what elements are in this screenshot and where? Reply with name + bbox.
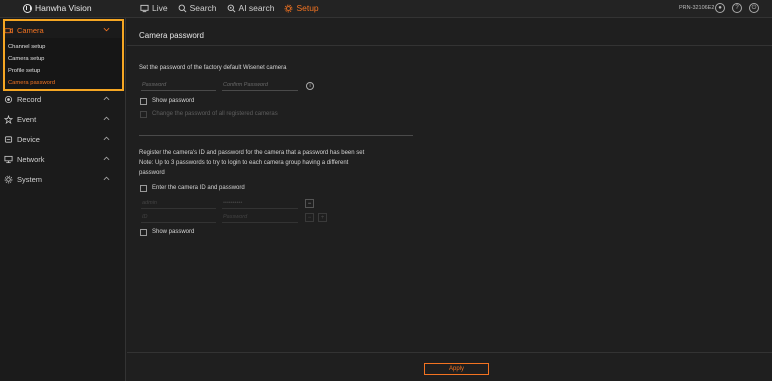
page-title: Camera password — [139, 31, 204, 40]
record-icon — [4, 95, 13, 103]
sidebar-item-event[interactable]: Event — [4, 112, 120, 126]
section2-line3: password — [139, 170, 165, 176]
change-all-label: Change the password of all registered ca… — [152, 111, 278, 117]
confirm-password-input[interactable]: Confirm Password — [222, 81, 298, 91]
camera-id-input-1[interactable]: admin — [141, 199, 216, 209]
user-icon[interactable]: ● — [715, 3, 725, 13]
sidebar: Camera Channel setup Camera setup Profil… — [0, 18, 126, 381]
password-input[interactable]: Password — [141, 81, 216, 91]
sidebar-item-device[interactable]: Device — [4, 132, 120, 146]
camera-id-input-2[interactable]: ID — [141, 213, 216, 223]
nav-search[interactable]: Search — [178, 3, 217, 13]
device-icon — [4, 135, 13, 143]
section1-heading: Set the password of the factory default … — [139, 65, 287, 71]
monitor-icon — [140, 4, 149, 12]
nav-setup[interactable]: Setup — [284, 3, 319, 13]
top-bar: Hanwha Vision Live Search AI search Setu… — [0, 0, 772, 18]
chevron-up-icon — [103, 136, 110, 141]
nav-ai-search[interactable]: AI search — [227, 3, 275, 13]
footer-divider — [127, 352, 772, 353]
enter-id-password-checkbox[interactable] — [140, 185, 147, 192]
chevron-up-icon — [103, 156, 110, 161]
hanwha-logo-icon — [23, 3, 32, 13]
main-nav: Live Search AI search Setup — [140, 3, 319, 13]
highlight-box — [3, 19, 124, 91]
chevron-up-icon — [103, 116, 110, 121]
brand-name: Hanwha Vision — [35, 3, 92, 13]
sidebar-item-label: Network — [17, 154, 45, 164]
camera-password-input-1[interactable]: •••••••••• — [222, 199, 298, 209]
enter-id-password-label: Enter the camera ID and password — [152, 185, 245, 191]
apply-button[interactable]: Apply — [424, 363, 489, 375]
title-divider — [127, 45, 772, 46]
top-icons: ● ? ⏻ — [715, 3, 759, 13]
show-password-label-2: Show password — [152, 229, 195, 235]
event-icon — [4, 114, 13, 124]
remove-row-button[interactable]: − — [305, 199, 314, 208]
help-icon[interactable]: ? — [732, 3, 742, 13]
network-icon — [4, 155, 13, 163]
sidebar-item-network[interactable]: Network — [4, 152, 120, 166]
section2-line1: Register the camera's ID and password fo… — [139, 150, 365, 156]
section2-line2: Note: Up to 3 passwords to try to login … — [139, 160, 349, 166]
sidebar-item-label: Device — [17, 134, 40, 144]
sidebar-item-label: Record — [17, 94, 42, 104]
section-divider — [139, 135, 413, 136]
nav-setup-label: Setup — [296, 3, 319, 13]
brand-logo: Hanwha Vision — [23, 3, 92, 13]
sidebar-item-label: Event — [17, 114, 37, 124]
search-icon — [178, 4, 187, 12]
show-password-checkbox[interactable] — [140, 98, 147, 105]
power-icon[interactable]: ⏻ — [749, 3, 759, 13]
show-password-checkbox-2[interactable] — [140, 229, 147, 236]
nav-search-label: Search — [189, 3, 217, 13]
change-all-checkbox[interactable] — [140, 111, 147, 118]
add-row-button[interactable]: + — [318, 213, 327, 222]
camera-password-input-2[interactable]: Password — [222, 213, 298, 223]
sidebar-item-record[interactable]: Record — [4, 92, 120, 106]
sidebar-item-system[interactable]: System — [4, 172, 120, 186]
model-name: PRN-32106E2 — [679, 5, 715, 11]
remove-row-button[interactable]: − — [305, 213, 314, 222]
ai-search-icon — [227, 4, 235, 12]
chevron-up-icon — [103, 176, 110, 181]
show-password-label: Show password — [152, 98, 195, 104]
system-icon — [4, 175, 13, 183]
sidebar-item-label: System — [17, 174, 43, 184]
nav-live-label: Live — [152, 3, 168, 13]
gear-icon — [285, 4, 293, 12]
chevron-up-icon — [103, 96, 110, 101]
info-icon[interactable]: i — [306, 82, 314, 90]
nav-ai-search-label: AI search — [238, 3, 275, 13]
nav-live[interactable]: Live — [140, 3, 168, 13]
